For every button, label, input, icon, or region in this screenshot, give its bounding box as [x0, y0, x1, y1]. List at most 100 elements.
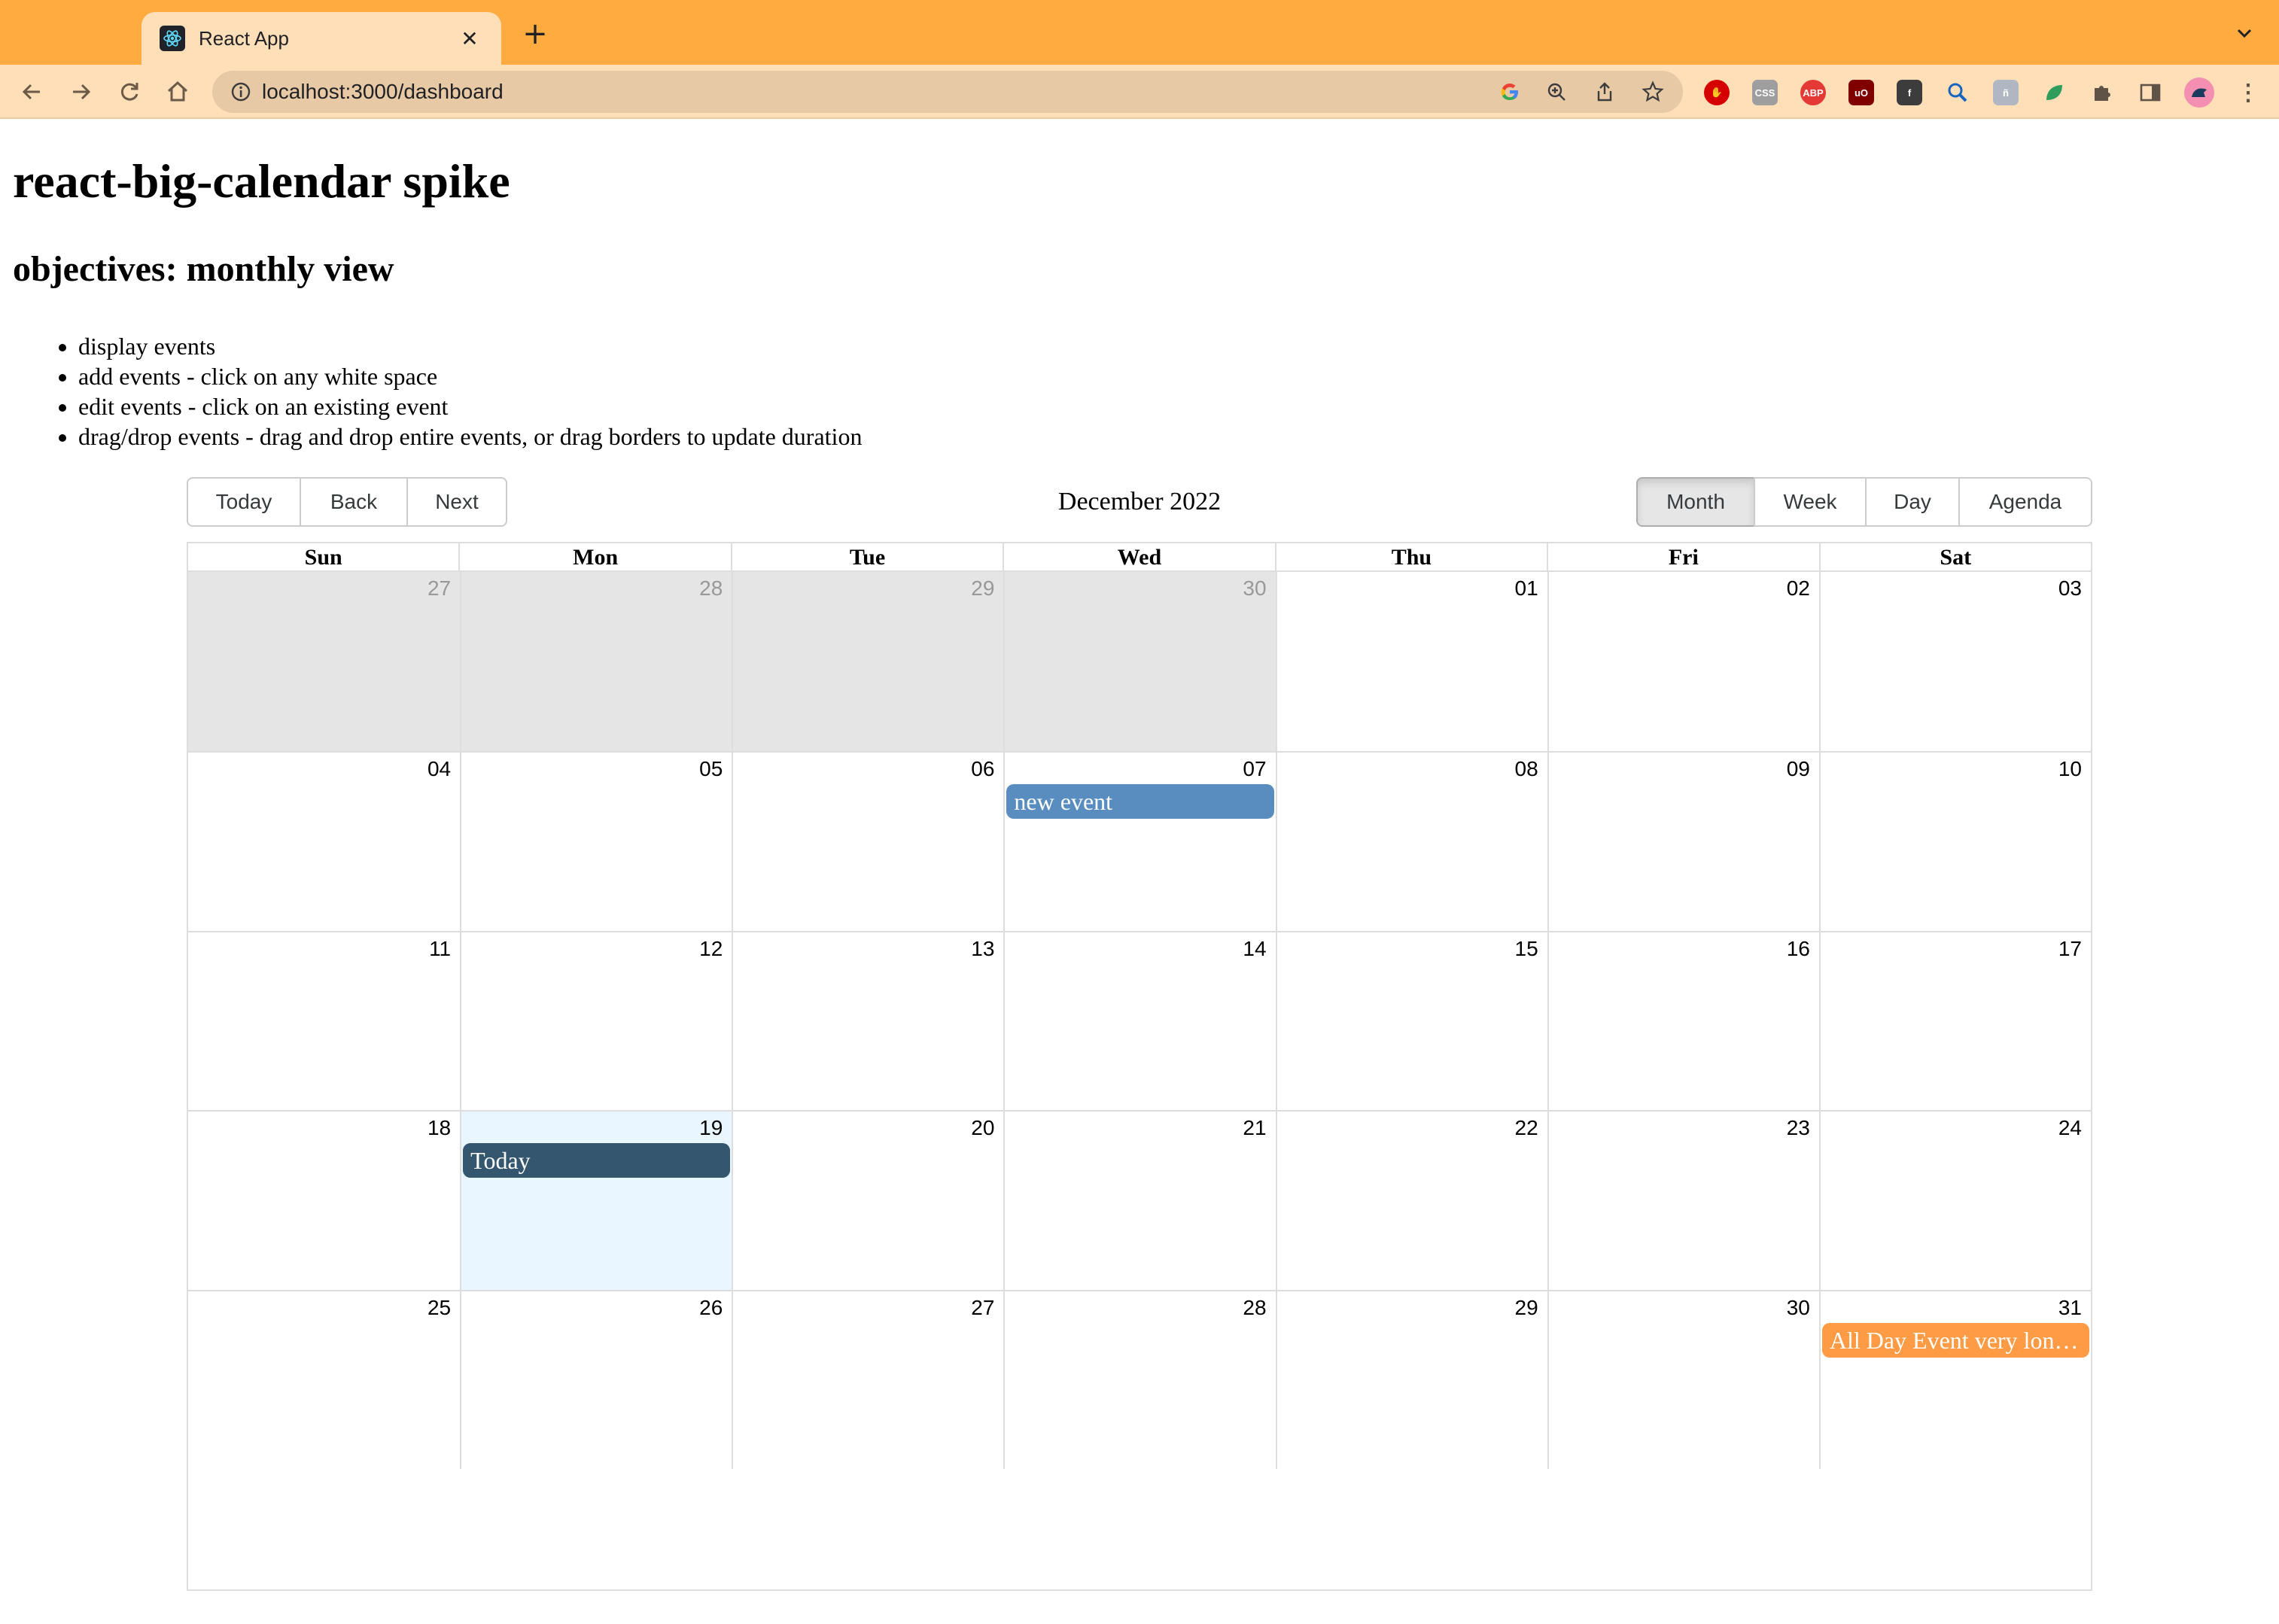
react-logo-icon: [160, 26, 185, 51]
date-number[interactable]: 09: [1547, 754, 1819, 784]
zoom-icon[interactable]: [1544, 80, 1569, 104]
url-text: localhost:3000/dashboard: [262, 80, 504, 103]
weekday-header: Sun Mon Tue Wed Thu Fri Sat: [188, 543, 2091, 572]
list-item: drag/drop events - drag and drop entire …: [78, 421, 862, 452]
next-button[interactable]: Next: [406, 477, 507, 527]
forward-arrow-icon[interactable]: [63, 74, 99, 110]
page-title: react-big-calendar spike: [13, 154, 510, 208]
date-number[interactable]: 06: [732, 754, 1003, 784]
view-agenda-button[interactable]: Agenda: [1958, 477, 2092, 527]
week-row: 27 28 29 30 01 02 03: [188, 572, 2091, 752]
date-number[interactable]: 29: [1276, 1293, 1547, 1323]
browser-tab[interactable]: React App ✕: [141, 12, 501, 65]
weekday-sat: Sat: [1818, 543, 2091, 570]
home-icon[interactable]: [160, 74, 196, 110]
date-number[interactable]: 29: [732, 573, 1003, 604]
back-button[interactable]: Back: [300, 477, 408, 527]
date-number[interactable]: 27: [188, 573, 460, 604]
weekday-fri: Fri: [1547, 543, 1818, 570]
date-number[interactable]: 10: [1819, 754, 2091, 784]
adblock-plus-icon[interactable]: ABP: [1800, 80, 1826, 105]
month-view: Sun Mon Tue Wed Thu Fri Sat 27 28 29 30 01 02…: [187, 542, 2092, 1591]
date-number[interactable]: 13: [732, 934, 1003, 964]
today-button[interactable]: Today: [187, 477, 301, 527]
date-number[interactable]: 25: [188, 1293, 460, 1323]
date-number[interactable]: 18: [188, 1113, 460, 1143]
facebook-extension-icon[interactable]: f: [1897, 80, 1922, 105]
share-icon[interactable]: [1593, 80, 1617, 104]
page-content: react-big-calendar spike objectives: mon…: [0, 120, 2279, 1624]
date-number[interactable]: 20: [732, 1113, 1003, 1143]
address-bar[interactable]: localhost:3000/dashboard: [212, 71, 1683, 113]
date-number[interactable]: 12: [460, 934, 732, 964]
browser-tab-bar: React App ✕ +: [0, 0, 2279, 65]
date-number[interactable]: 23: [1547, 1113, 1819, 1143]
calendar-event[interactable]: All Day Event very long title: [1821, 1322, 2089, 1358]
weekday-wed: Wed: [1003, 543, 1274, 570]
puzzle-extensions-icon[interactable]: [2089, 80, 2115, 105]
reload-icon[interactable]: [111, 74, 148, 110]
calendar-event[interactable]: new event: [1006, 784, 1274, 820]
date-number[interactable]: 03: [1819, 573, 2091, 604]
date-number[interactable]: 04: [188, 754, 460, 784]
list-item: edit events - click on an existing event: [78, 391, 862, 421]
calendar-toolbar: December 2022 Today Back Next Month Week…: [187, 477, 2092, 527]
date-number[interactable]: 28: [460, 573, 732, 604]
date-number[interactable]: 08: [1276, 754, 1547, 784]
week-row: 11 12 13 14 15 16 17: [188, 930, 2091, 1111]
date-number[interactable]: 21: [1003, 1113, 1275, 1143]
date-number[interactable]: 14: [1003, 934, 1275, 964]
bookmark-star-icon[interactable]: [1641, 80, 1665, 104]
weekday-sun: Sun: [304, 545, 342, 570]
grey-extension-icon[interactable]: ñ: [1993, 80, 2019, 105]
week-row: 25 26 27 28 29 30 31 All Day Event very long ti…: [188, 1289, 2091, 1469]
leaf-extension-icon[interactable]: [2041, 80, 2067, 105]
weekday-tue: Tue: [730, 543, 1003, 570]
calendar-event[interactable]: Today: [463, 1143, 731, 1178]
date-number[interactable]: 30: [1547, 1293, 1819, 1323]
browser-menu-icon[interactable]: ⋮: [2235, 80, 2261, 105]
css-extension-icon[interactable]: CSS: [1752, 80, 1778, 105]
date-number[interactable]: 27: [732, 1293, 1003, 1323]
weekday-thu: Thu: [1274, 543, 1547, 570]
date-number[interactable]: 02: [1547, 573, 1819, 604]
stop-extension-icon[interactable]: ✋: [1704, 80, 1730, 105]
date-number[interactable]: 19: [460, 1113, 732, 1143]
date-number[interactable]: 22: [1276, 1113, 1547, 1143]
tab-title: React App: [199, 26, 289, 50]
side-panel-icon[interactable]: [2138, 80, 2163, 105]
date-number[interactable]: 31: [1819, 1293, 2091, 1323]
google-icon[interactable]: [1498, 80, 1522, 104]
new-tab-icon[interactable]: +: [518, 17, 552, 51]
view-month-button[interactable]: Month: [1636, 477, 1755, 527]
magnifier-extension-icon[interactable]: [1945, 80, 1970, 105]
date-number[interactable]: 16: [1547, 934, 1819, 964]
view-day-button[interactable]: Day: [1865, 477, 1960, 527]
page-subtitle: objectives: monthly view: [13, 249, 394, 289]
close-tab-icon[interactable]: ✕: [456, 26, 483, 51]
browser-toolbar: localhost:3000/dashboard ✋ CSS ABP uO f …: [0, 65, 2279, 119]
week-row: 04 05 06 07 08 09 10 new event: [188, 751, 2091, 931]
ublock-origin-icon[interactable]: uO: [1848, 80, 1874, 105]
calendar-nav-group: Today Back Next: [187, 477, 507, 527]
profile-avatar[interactable]: [2184, 78, 2214, 108]
date-number[interactable]: 28: [1003, 1293, 1275, 1323]
view-week-button[interactable]: Week: [1754, 477, 1867, 527]
date-number[interactable]: 07: [1003, 754, 1275, 784]
date-number[interactable]: 30: [1003, 573, 1275, 604]
date-number[interactable]: 15: [1276, 934, 1547, 964]
list-item: display events: [78, 331, 862, 361]
list-item: add events - click on any white space: [78, 361, 862, 391]
back-arrow-icon[interactable]: [14, 74, 50, 110]
calendar-view-group: Month Week Day Agenda: [1636, 477, 2092, 527]
date-number[interactable]: 24: [1819, 1113, 2091, 1143]
chevron-down-icon[interactable]: [2231, 20, 2258, 47]
info-icon[interactable]: [230, 81, 251, 102]
date-number[interactable]: 05: [460, 754, 732, 784]
date-number[interactable]: 26: [460, 1293, 732, 1323]
date-number[interactable]: 01: [1276, 573, 1547, 604]
date-number[interactable]: 17: [1819, 934, 2091, 964]
date-number[interactable]: 11: [188, 934, 460, 964]
week-row: 18 19 20 21 22 23 24 Today: [188, 1110, 2091, 1290]
weekday-mon: Mon: [458, 543, 730, 570]
